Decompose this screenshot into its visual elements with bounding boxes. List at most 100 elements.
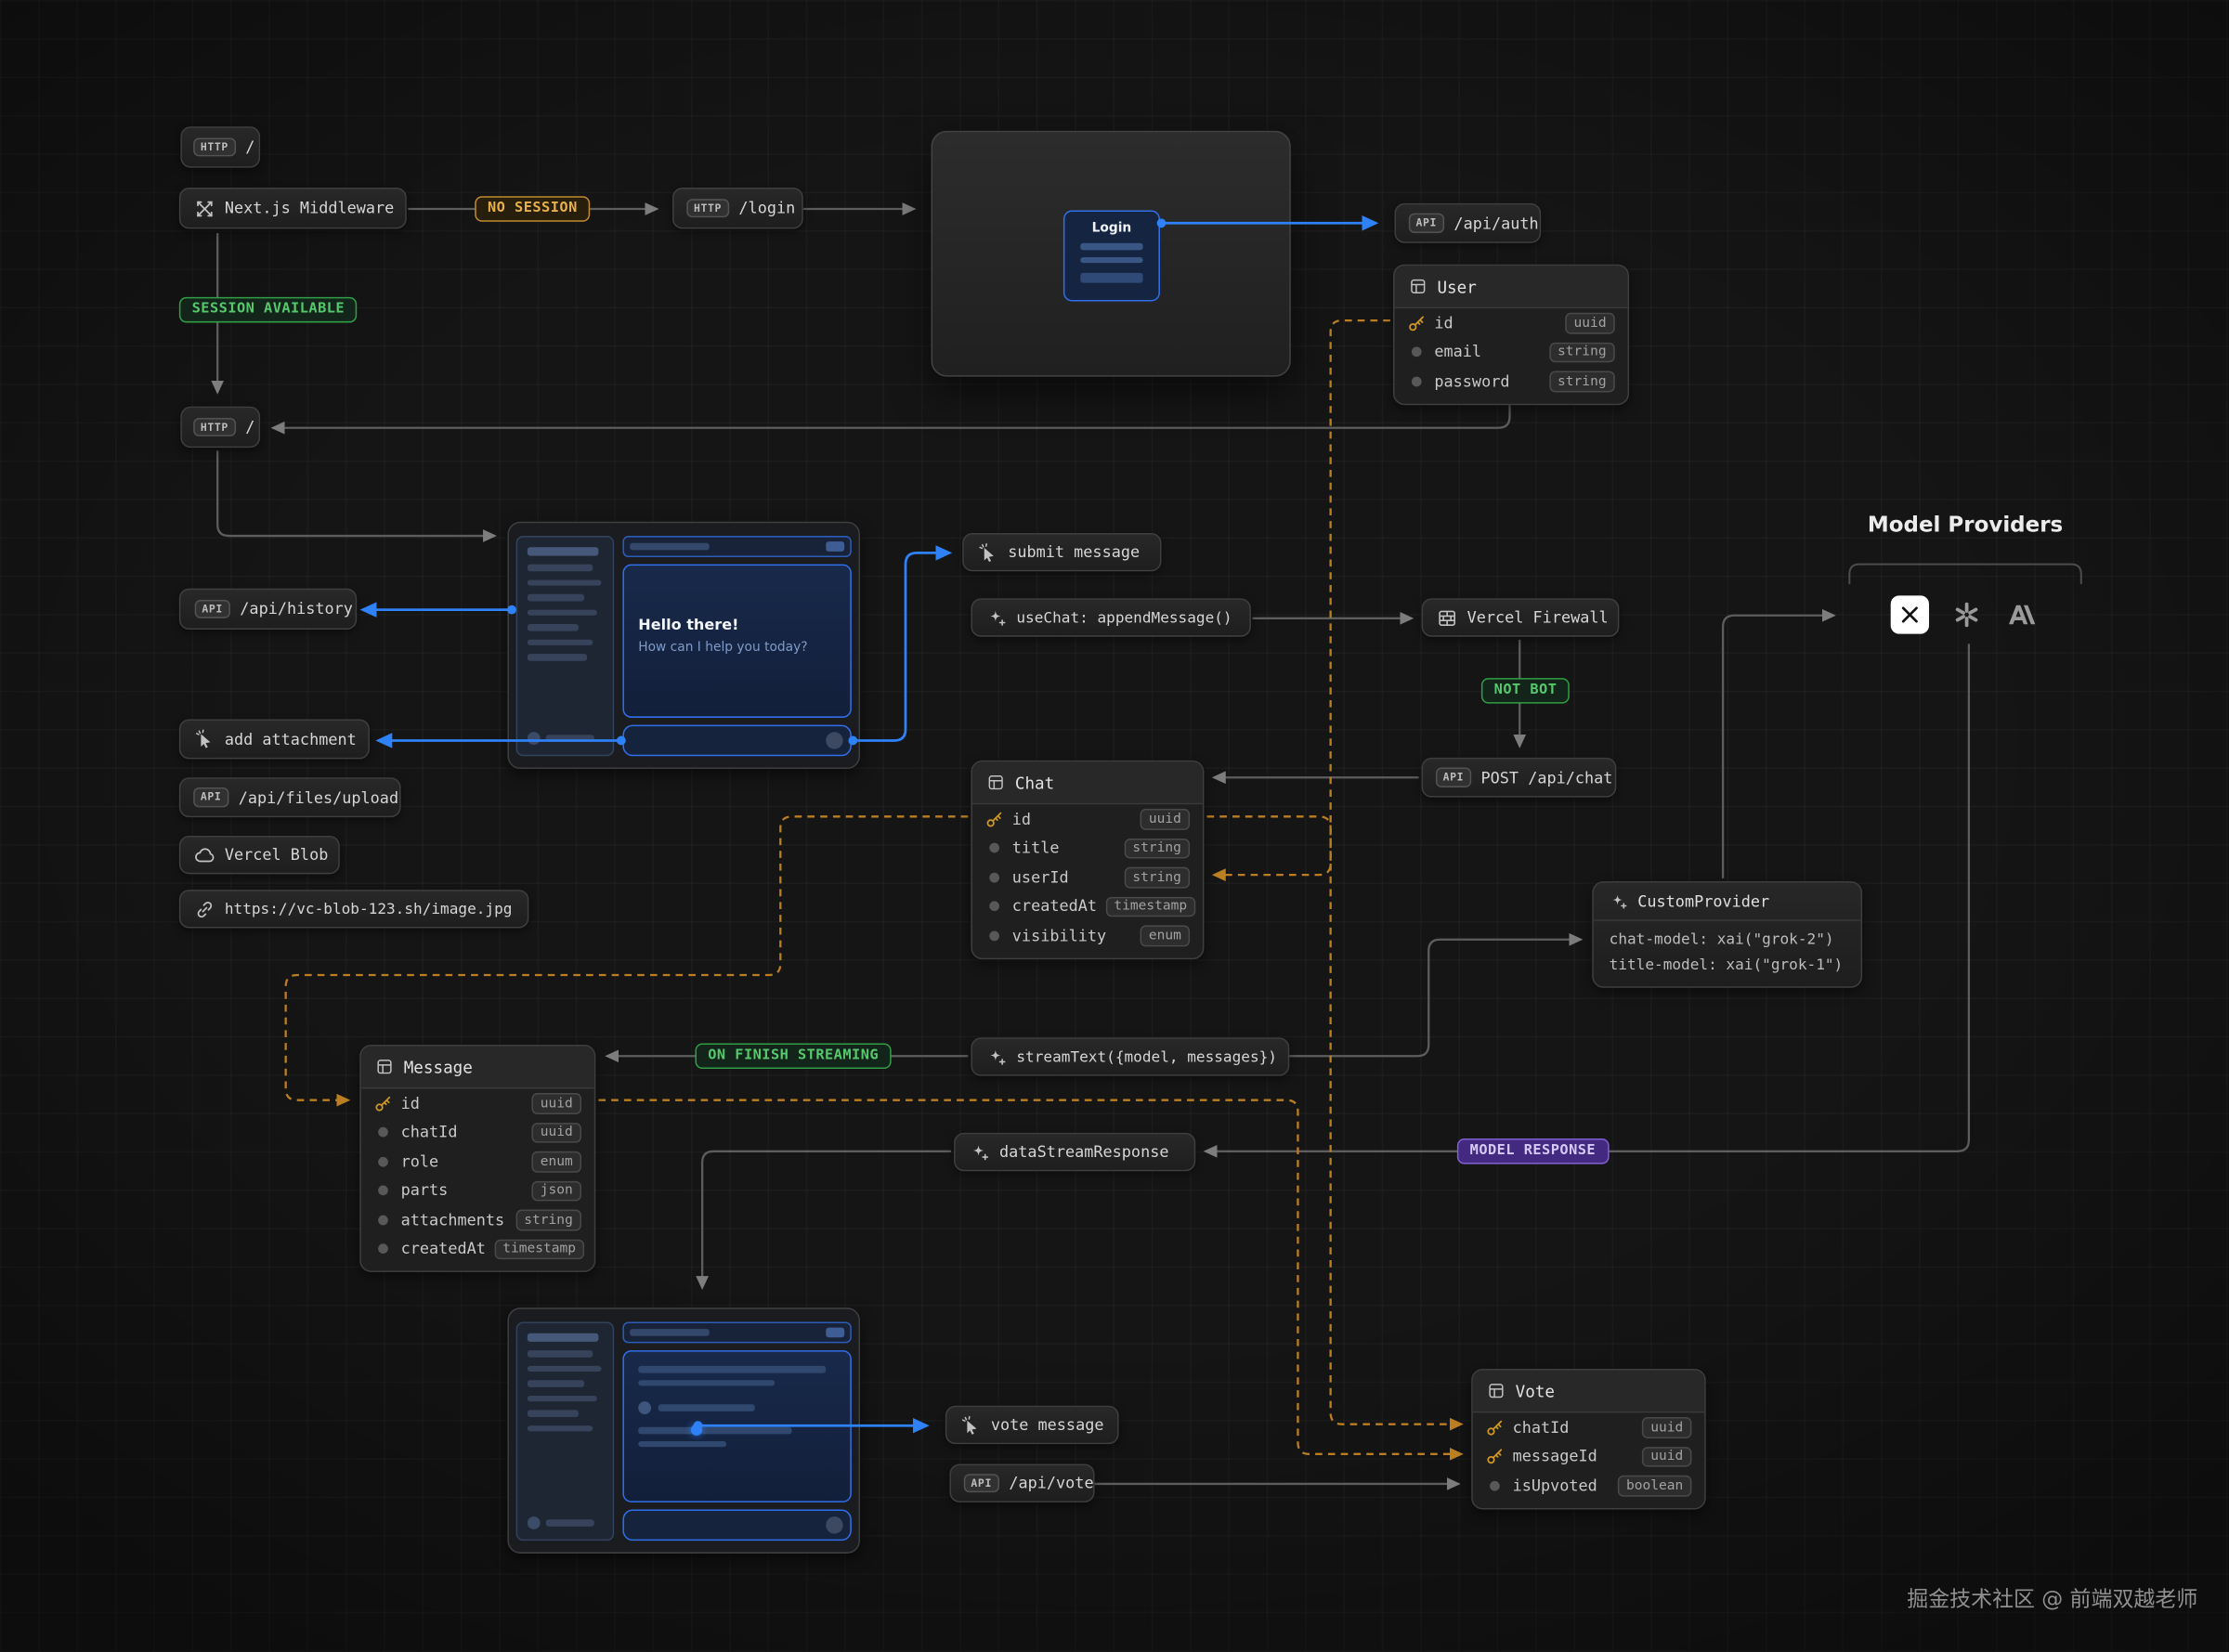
field-name: id	[1434, 314, 1557, 332]
node-label: streamText({model, messages})	[1016, 1048, 1277, 1065]
chat-topbar	[622, 1321, 851, 1343]
xai-logo-icon	[1899, 605, 1921, 626]
node-label: /	[245, 137, 254, 156]
table-header: Chat	[972, 761, 1203, 804]
field-type-badge: string	[1124, 867, 1190, 888]
table-row: password string	[1395, 367, 1628, 396]
chat-topbar	[622, 536, 851, 557]
field-type-badge: uuid	[1141, 809, 1190, 829]
node-label: /api/files/upload	[239, 788, 398, 807]
custom-provider-header: CustomProvider	[1594, 883, 1861, 921]
table-row: id uuid	[972, 804, 1203, 833]
table-user: User id uuid email string password strin…	[1393, 265, 1629, 405]
custom-provider-title: CustomProvider	[1637, 891, 1769, 910]
custom-provider-card: CustomProvider chat-model: xai("grok-2")…	[1592, 881, 1862, 988]
field-dot-icon	[1490, 1481, 1500, 1491]
skeleton-button	[1080, 273, 1142, 283]
field-dot-icon	[989, 930, 999, 941]
node-api-vote: API /api/vote	[949, 1464, 1094, 1502]
skeleton-bar	[528, 594, 584, 601]
cursor-click-icon	[961, 1415, 981, 1435]
skeleton-bar	[638, 1366, 826, 1372]
skeleton-bar	[528, 1395, 597, 1401]
node-http-root-bottom: HTTP /	[180, 407, 260, 448]
skeleton-bar	[528, 639, 593, 645]
api-tag: API	[964, 1474, 999, 1493]
table-chat: Chat id uuid title string userId string …	[971, 761, 1204, 959]
http-tag: HTTP	[686, 199, 728, 218]
node-label: https://vc-blob-123.sh/image.jpg	[225, 901, 513, 917]
field-name: password	[1434, 372, 1540, 391]
skeleton-bar	[528, 1424, 593, 1431]
table-icon	[1487, 1382, 1506, 1400]
skeleton-bar	[1080, 256, 1142, 263]
skeleton-bar	[630, 1330, 710, 1336]
node-post-api-chat: API POST /api/chat	[1422, 758, 1617, 798]
greeting-title: Hello there!	[638, 617, 836, 633]
http-tag: HTTP	[193, 418, 235, 437]
xai-logo	[1891, 595, 1929, 633]
diagram-canvas: HTTP / Next.js Middleware NO SESSION HTT…	[0, 0, 2229, 1652]
cursor-click-icon	[195, 729, 215, 748]
on-finish-streaming-badge: ON FINISH STREAMING	[695, 1043, 891, 1069]
table-title: Vote	[1516, 1381, 1555, 1400]
field-dot-icon	[989, 843, 999, 853]
skeleton-bar	[528, 547, 599, 555]
field-name: createdAt	[1012, 897, 1097, 916]
edge-datastream-to-chatui2	[702, 1151, 951, 1288]
table-row: visibility enum	[972, 921, 1203, 950]
key-icon	[1485, 1418, 1504, 1437]
field-type-badge: uuid	[1565, 313, 1614, 333]
field-dot-icon	[378, 1157, 388, 1167]
field-name: email	[1434, 343, 1540, 361]
api-tag: API	[1436, 768, 1471, 787]
model-providers-title: Model Providers	[1849, 512, 2080, 538]
chat-sidebar	[516, 536, 615, 756]
cursor-click-icon	[978, 542, 997, 562]
skeleton-bar	[546, 735, 594, 742]
api-tag: API	[193, 787, 228, 807]
no-session-badge: NO SESSION	[475, 196, 590, 222]
table-icon	[1409, 277, 1427, 295]
field-type-badge: json	[532, 1180, 581, 1201]
field-name: createdAt	[401, 1240, 486, 1258]
field-name: title	[1012, 839, 1115, 857]
anthropic-logo-icon	[2007, 600, 2037, 630]
field-dot-icon	[378, 1215, 388, 1225]
message-row	[638, 1401, 836, 1414]
api-tag: API	[1409, 214, 1444, 233]
field-dot-icon	[1412, 347, 1422, 358]
field-dot-icon	[378, 1186, 388, 1196]
greeting-subtitle: How can I help you today?	[638, 641, 836, 655]
field-type-badge: string	[1124, 838, 1190, 858]
model-response-badge: MODEL RESPONSE	[1457, 1138, 1609, 1164]
field-type-badge: string	[515, 1210, 581, 1230]
table-icon	[375, 1058, 394, 1076]
anthropic-logo	[2003, 595, 2041, 633]
table-row: chatId uuid	[1473, 1412, 1704, 1441]
node-vercel-blob: Vercel Blob	[179, 836, 340, 874]
login-title: Login	[1092, 222, 1132, 236]
table-vote: Vote chatId uuid messageId uuid isUpvote…	[1471, 1369, 1706, 1509]
field-type-badge: enum	[1141, 925, 1190, 945]
sparkle-icon	[986, 1047, 1006, 1066]
field-type-badge: string	[1549, 342, 1615, 362]
send-button	[826, 1516, 842, 1533]
diagram-stage: HTTP / Next.js Middleware NO SESSION HTT…	[0, 0, 2229, 1652]
chat-greeting-panel: Hello there! How can I help you today?	[622, 565, 851, 718]
field-dot-icon	[1412, 376, 1422, 386]
skeleton-bar	[528, 624, 579, 631]
table-message: Message id uuid chatId uuid role enum pa…	[359, 1045, 595, 1272]
field-name: attachments	[401, 1211, 507, 1229]
table-row: userId string	[972, 863, 1203, 891]
node-http-root-top: HTTP /	[180, 126, 260, 167]
table-row: role enum	[361, 1147, 594, 1176]
field-name: role	[401, 1152, 524, 1171]
chat-input	[622, 1510, 851, 1541]
table-title: User	[1437, 277, 1476, 296]
field-dot-icon	[989, 872, 999, 882]
node-blob-url: https://vc-blob-123.sh/image.jpg	[179, 890, 529, 928]
skeleton-bar	[528, 1333, 599, 1342]
table-row: email string	[1395, 338, 1628, 367]
field-name: userId	[1012, 868, 1115, 887]
